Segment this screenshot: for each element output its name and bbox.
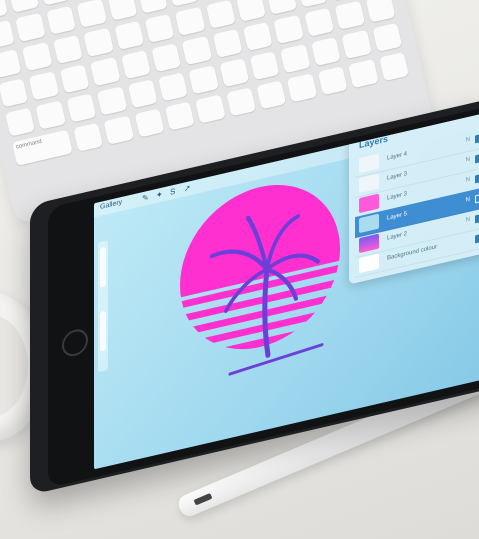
key	[287, 73, 318, 103]
key	[158, 72, 189, 102]
key	[22, 42, 53, 72]
key	[225, 87, 257, 117]
key	[168, 0, 199, 7]
key	[328, 0, 359, 1]
key	[83, 27, 114, 58]
key	[35, 100, 66, 130]
blend-mode[interactable]: N	[466, 177, 470, 184]
key	[0, 19, 16, 49]
visibility-checkbox[interactable]	[475, 133, 479, 144]
blend-mode[interactable]: N	[466, 217, 470, 224]
key	[236, 0, 267, 22]
key	[113, 20, 145, 50]
pencil-band	[193, 492, 213, 506]
photo-scene: command Gallery ✎ ✦ S ➚ Layers Layer 4 N…	[0, 0, 479, 539]
visibility-checkbox[interactable]	[475, 193, 479, 204]
key	[144, 13, 175, 43]
gallery-button[interactable]: Gallery	[100, 199, 122, 211]
key	[28, 71, 60, 101]
key	[297, 0, 328, 8]
key	[334, 0, 365, 30]
key	[76, 0, 107, 28]
layer-name: Layer 5	[387, 211, 408, 222]
key	[219, 58, 250, 88]
key	[127, 79, 158, 109]
key	[96, 86, 128, 116]
layer-name: Background colour	[387, 244, 438, 262]
key	[120, 50, 151, 80]
key	[8, 0, 39, 13]
magic-wand-icon[interactable]: ✦	[156, 190, 163, 201]
key	[243, 21, 274, 51]
key	[73, 122, 104, 152]
key	[365, 0, 396, 23]
layers-panel: Layers + Layer 4 N Layer 3 N Layer 3	[349, 111, 479, 285]
key	[212, 28, 243, 58]
key	[39, 0, 70, 6]
move-arrow-icon[interactable]: ➚	[184, 183, 191, 194]
key	[195, 94, 226, 124]
layer-thumbnail	[359, 233, 379, 254]
layer-name: Layer 4	[387, 151, 408, 162]
key	[304, 7, 335, 37]
key	[372, 22, 403, 52]
layers-title: Layers	[359, 133, 389, 151]
key	[348, 59, 379, 89]
key	[137, 0, 168, 14]
visibility-checkbox[interactable]	[475, 213, 479, 224]
layer-thumbnail	[359, 253, 379, 274]
key	[249, 51, 280, 81]
key	[205, 0, 236, 29]
key	[46, 5, 77, 35]
opacity-slider[interactable]	[100, 310, 106, 352]
key	[188, 65, 219, 95]
key	[52, 34, 83, 65]
synthwave-artwork	[180, 168, 340, 376]
home-button[interactable]	[62, 326, 88, 359]
key	[256, 80, 287, 110]
key	[59, 64, 90, 94]
blend-mode[interactable]: N	[466, 157, 470, 164]
key	[0, 49, 22, 79]
key	[103, 115, 134, 145]
key	[134, 108, 165, 138]
layer-name: Layer 2	[387, 231, 408, 242]
selection-icon[interactable]: S	[170, 187, 175, 197]
blend-mode[interactable]: N	[466, 197, 470, 204]
key	[107, 0, 138, 21]
layer-thumbnail	[359, 213, 379, 234]
key	[5, 107, 36, 137]
key	[15, 12, 46, 42]
layer-thumbnail	[359, 153, 379, 174]
key	[266, 0, 297, 15]
visibility-checkbox[interactable]	[475, 173, 479, 184]
layer-thumbnail	[359, 193, 379, 214]
key	[310, 36, 342, 67]
visibility-checkbox[interactable]	[475, 233, 479, 244]
key	[378, 52, 409, 82]
wrench-icon[interactable]: ✎	[142, 193, 149, 204]
layer-name: Layer 3	[387, 191, 408, 202]
key	[90, 57, 121, 87]
key	[317, 66, 348, 96]
key	[273, 14, 304, 44]
key	[0, 78, 29, 108]
key	[280, 44, 311, 74]
visibility-checkbox[interactable]	[475, 153, 479, 164]
key	[151, 43, 182, 73]
layer-name: Layer 3	[387, 171, 408, 182]
key	[341, 29, 372, 59]
blend-mode[interactable]: N	[466, 137, 470, 144]
brush-sidebar	[98, 240, 108, 373]
layer-thumbnail	[359, 173, 379, 194]
key	[164, 101, 195, 131]
key	[175, 6, 206, 36]
key	[0, 0, 9, 20]
key	[181, 35, 212, 66]
key	[66, 93, 97, 123]
command-key: command	[11, 129, 73, 166]
brush-size-slider[interactable]	[100, 246, 106, 288]
